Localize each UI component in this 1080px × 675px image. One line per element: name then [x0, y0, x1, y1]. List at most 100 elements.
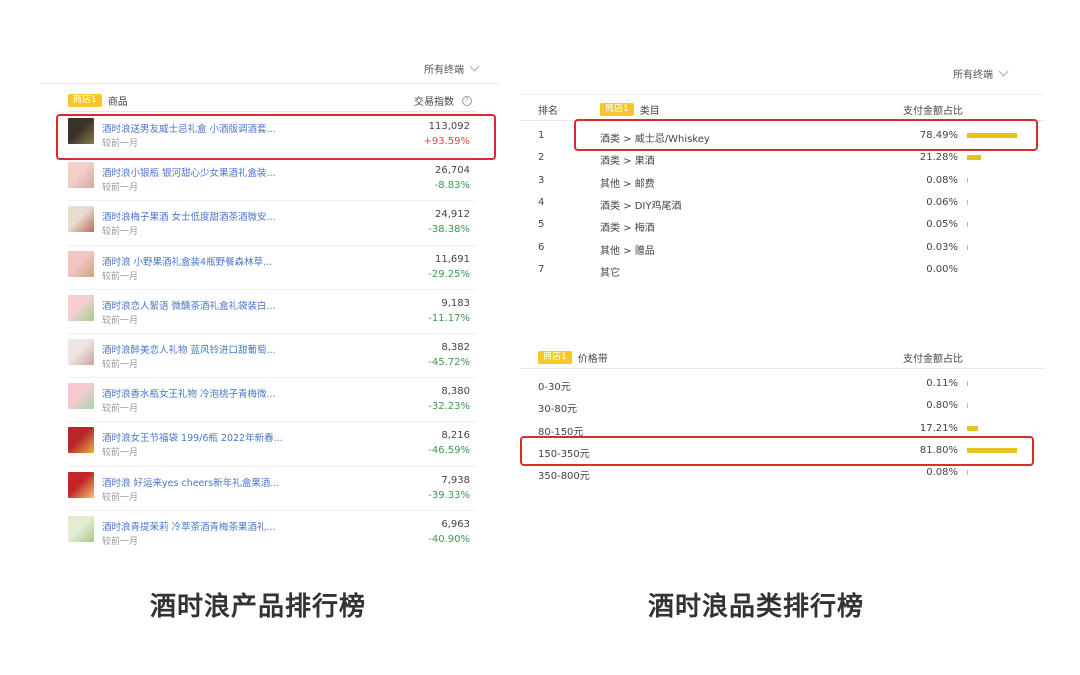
shop-badge: 商店1 [68, 94, 102, 107]
trade-index-change: -11.17% [428, 312, 470, 324]
caption-category-ranking: 酒时浪品类排行榜 [648, 592, 865, 622]
category-share: 0.06% [926, 196, 958, 208]
highlight-box-top-product [56, 114, 496, 160]
product-thumbnail[interactable] [68, 515, 94, 542]
category-row[interactable]: 4 酒类 > DIY鸡尾酒 0.06% [520, 193, 1040, 215]
category-rank: 2 [538, 152, 545, 164]
product-thumbnail[interactable] [68, 339, 94, 365]
col-product: 商品 [107, 97, 128, 108]
price-band-share: 17.21% [919, 422, 958, 434]
product-row[interactable]: 酒时浪恋人絮语 微醺茶酒礼盒礼袋装白... 较前一月 9,183 -11.17% [68, 292, 498, 336]
compare-label: 较前一月 [102, 492, 139, 503]
col-price-share: 支付金额占比 [903, 354, 963, 365]
row-divider [68, 465, 476, 467]
col-rank: 排名 [538, 106, 558, 117]
category-table-header: 排名 [538, 102, 558, 117]
product-name-link[interactable]: 酒时浪青提茉莉 冷萃茶酒青梅茶果酒礼... [102, 519, 276, 533]
divider [520, 94, 1045, 95]
terminal-filter-dropdown[interactable]: 所有终端 [424, 61, 480, 76]
share-bar [967, 403, 968, 409]
info-icon[interactable]: ? [462, 95, 472, 106]
product-name-link[interactable]: 酒时浪 好运来yes cheers新年礼盒果酒... [102, 475, 279, 489]
share-bar [967, 381, 968, 386]
trade-index-change: -32.23% [428, 401, 470, 413]
price-band-share: 0.11% [926, 378, 958, 389]
product-table-header: 商店1 商品 [68, 93, 128, 108]
category-row[interactable]: 6 其他 > 赠品 0.03% [520, 238, 1040, 260]
product-row[interactable]: 酒时浪小银瓶 银河甜心少女果酒礼盒装... 较前一月 26,704 -8.83% [68, 159, 498, 203]
product-thumbnail[interactable] [68, 427, 94, 454]
row-divider [68, 333, 476, 334]
highlight-box-top-category [574, 119, 1038, 151]
row-divider [68, 377, 476, 379]
share-bar [967, 199, 968, 205]
col-index-header: 交易指数 ? [414, 93, 472, 108]
chevron-down-icon [998, 66, 1009, 77]
trade-index-change: -39.33% [428, 489, 470, 501]
price-band-row[interactable]: 30-80元 0.80% [520, 396, 1040, 418]
product-row[interactable]: 酒时浪女王节福袋 199/6瓶 2022年新春... 较前一月 8,216 -46.5… [68, 424, 498, 468]
category-rank: 7 [538, 263, 545, 275]
product-name-link[interactable]: 酒时浪香水瓶女王礼物 冷泡桃子青梅微... [102, 386, 276, 400]
trade-index-value: 26,704 [435, 165, 470, 177]
product-row[interactable]: 酒时浪香水瓶女王礼物 冷泡桃子青梅微... 较前一月 8,380 -32.23% [68, 380, 498, 424]
compare-label: 较前一月 [102, 271, 139, 282]
product-name-link[interactable]: 酒时浪小银瓶 银河甜心少女果酒礼盒装... [102, 165, 276, 179]
category-rank: 4 [538, 196, 545, 208]
product-thumbnail[interactable] [68, 162, 94, 189]
divider [68, 111, 476, 112]
trade-index-value: 6,963 [441, 518, 470, 530]
price-band-row[interactable]: 350-800元 0.08% [520, 463, 1040, 485]
product-name-link[interactable]: 酒时浪女王节福袋 199/6瓶 2022年新春... [102, 430, 283, 444]
terminal-filter-label: 所有终端 [424, 65, 464, 76]
category-row[interactable]: 5 酒类 > 梅酒 0.05% [520, 215, 1040, 237]
divider [40, 83, 500, 84]
product-name-link[interactable]: 酒时浪恋人絮语 微醺茶酒礼盒礼袋装白... [102, 298, 276, 312]
terminal-filter-label: 所有终端 [953, 70, 993, 81]
category-name: 酒类 > 梅酒 [600, 223, 655, 235]
trade-index-value: 8,382 [441, 342, 470, 353]
category-rank: 3 [538, 174, 545, 186]
compare-label: 较前一月 [102, 315, 139, 326]
product-row[interactable]: 酒时浪青提茉莉 冷萃茶酒青梅茶果酒礼... 较前一月 6,963 -40.90% [68, 513, 498, 557]
category-name: 其它 [600, 267, 620, 279]
trade-index-change: -40.90% [428, 533, 470, 545]
share-bar [967, 177, 968, 183]
category-name: 其他 > 赠品 [600, 245, 655, 257]
compare-label: 较前一月 [102, 360, 139, 370]
product-row[interactable]: 酒时浪醉美恋人礼物 蓝风铃进口甜葡萄... 较前一月 8,382 -45.72% [68, 336, 498, 380]
product-name-link[interactable]: 酒时浪醉美恋人礼物 蓝风铃进口甜葡萄... [102, 342, 276, 356]
compare-label: 较前一月 [102, 536, 139, 547]
trade-index-value: 24,912 [435, 209, 470, 221]
category-name: 其他 > 邮费 [600, 178, 655, 190]
product-thumbnail[interactable] [68, 383, 94, 410]
shop-badge: 商店1 [538, 351, 572, 364]
trade-index-change: -29.25% [428, 268, 470, 280]
trade-index-change: -8.83% [434, 180, 470, 192]
compare-label: 较前一月 [102, 448, 139, 459]
divider [520, 368, 1045, 369]
category-row[interactable]: 3 其他 > 邮费 0.08% [520, 171, 1040, 193]
row-divider [68, 421, 476, 423]
price-band-row[interactable]: 0-30元 0.11% [520, 374, 1040, 396]
col-price: 价格带 [577, 354, 608, 365]
category-row[interactable]: 2 酒类 > 果酒 21.28% [520, 148, 1040, 170]
product-name-link[interactable]: 酒时浪梅子果酒 女士低度甜酒茶酒微安... [102, 209, 276, 223]
product-row[interactable]: 酒时浪梅子果酒 女士低度甜酒茶酒微安... 较前一月 24,912 -38.38% [68, 203, 498, 247]
row-divider [68, 509, 476, 511]
price-band-share: 0.80% [926, 400, 958, 412]
compare-label: 较前一月 [102, 227, 139, 238]
product-thumbnail[interactable] [68, 206, 94, 233]
category-row[interactable]: 7 其它 0.00% [520, 260, 1040, 282]
row-divider [68, 244, 476, 246]
product-thumbnail[interactable] [68, 250, 94, 277]
trade-index-value: 8,380 [441, 386, 470, 398]
product-row[interactable]: 酒时浪 好运来yes cheers新年礼盒果酒... 较前一月 7,938 -39.3… [68, 469, 498, 513]
product-name-link[interactable]: 酒时浪 小野果酒礼盒装4瓶野餐森林草... [102, 254, 272, 268]
col-category: 类目 [639, 106, 660, 117]
shop-badge: 商店1 [600, 103, 634, 116]
terminal-filter-dropdown[interactable]: 所有终端 [953, 66, 1009, 81]
product-row[interactable]: 酒时浪 小野果酒礼盒装4瓶野餐森林草... 较前一月 11,691 -29.25% [68, 248, 498, 292]
product-thumbnail[interactable] [68, 294, 94, 321]
product-thumbnail[interactable] [68, 471, 94, 498]
